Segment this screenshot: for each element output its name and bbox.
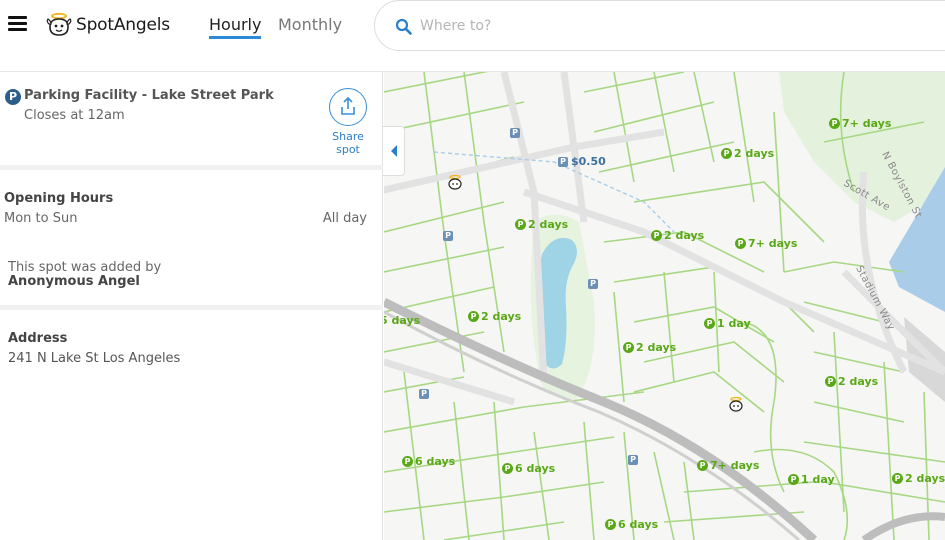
- parking-p-icon: P: [829, 118, 840, 129]
- parking-p-icon: P: [628, 455, 638, 465]
- parking-map[interactable]: N Boylston St Scott Ave Stadium Way P P …: [384, 72, 945, 540]
- parking-p-icon: P: [651, 230, 662, 241]
- parking-p-icon: P: [502, 463, 513, 474]
- paid-parking-marker[interactable]: P: [419, 389, 432, 399]
- parking-p-icon: P: [721, 148, 732, 159]
- facility-header: P Parking Facility - Lake Street Park Cl…: [0, 72, 383, 170]
- parking-p-icon: P: [825, 376, 836, 387]
- facility-title: Parking Facility - Lake Street Park: [24, 88, 274, 103]
- angel-marker-icon[interactable]: [727, 396, 745, 412]
- opening-hours-value: All day: [322, 211, 367, 226]
- tab-hourly[interactable]: Hourly: [209, 15, 262, 39]
- address-title: Address: [8, 331, 68, 346]
- angel-logo-icon: [46, 12, 72, 36]
- free-parking-pin[interactable]: P6 days: [605, 518, 658, 531]
- added-by-label: This spot was added by: [8, 260, 162, 275]
- free-parking-pin[interactable]: P1 day: [788, 473, 835, 486]
- free-parking-pin[interactable]: P 7+ days: [735, 237, 797, 250]
- paid-parking-marker[interactable]: P: [510, 128, 523, 138]
- free-parking-pin[interactable]: P1 day: [704, 317, 751, 330]
- free-parking-pin[interactable]: P2 days: [721, 147, 774, 160]
- logo[interactable]: SpotAngels: [46, 11, 170, 39]
- tab-monthly[interactable]: Monthly: [278, 15, 342, 36]
- map-base: [384, 72, 945, 540]
- parking-p-icon: P: [697, 460, 708, 471]
- parking-p-icon: P: [443, 231, 453, 241]
- search-bar[interactable]: [374, 0, 945, 51]
- share-spot-button[interactable]: Share spot: [329, 88, 367, 156]
- paid-parking-marker[interactable]: P: [443, 231, 456, 241]
- parking-p-icon: P: [788, 474, 799, 485]
- caret-left-icon: [391, 145, 397, 157]
- parking-badge-icon: P: [5, 89, 21, 105]
- address-value: 241 N Lake St Los Angeles: [8, 351, 181, 366]
- share-icon: [329, 88, 367, 126]
- top-bar: SpotAngels Hourly Monthly: [0, 0, 945, 72]
- opening-hours-section: Opening Hours Mon to Sun All day This sp…: [0, 182, 383, 310]
- parking-p-icon: P: [704, 318, 715, 329]
- parking-p-icon: P: [402, 456, 413, 467]
- hamburger-menu-icon[interactable]: [8, 14, 28, 34]
- free-parking-pin[interactable]: P 7+ days: [697, 459, 759, 472]
- facility-closing-time: Closes at 12am: [24, 108, 125, 123]
- parking-p-icon: P: [623, 342, 634, 353]
- parking-p-icon: P: [588, 279, 598, 289]
- opening-hours-days: Mon to Sun: [4, 211, 78, 226]
- free-parking-pin[interactable]: P2 days: [515, 218, 568, 231]
- parking-p-icon: P: [419, 389, 429, 399]
- parking-p-icon: P: [558, 156, 568, 167]
- angel-marker-icon[interactable]: [446, 174, 464, 190]
- paid-parking-marker[interactable]: P $0.50: [558, 155, 606, 168]
- paid-price-label: $0.50: [571, 155, 606, 168]
- free-parking-pin[interactable]: P2 days: [892, 472, 945, 485]
- added-by-name: Anonymous Angel: [8, 274, 140, 289]
- parking-p-icon: P: [510, 128, 520, 138]
- free-parking-pin[interactable]: 5 days: [384, 314, 420, 327]
- parking-p-icon: P: [515, 219, 526, 230]
- collapse-panel-button[interactable]: [383, 126, 405, 176]
- free-parking-pin[interactable]: P2 days: [623, 341, 676, 354]
- paid-parking-marker[interactable]: P: [628, 455, 641, 465]
- search-icon: [395, 18, 412, 35]
- free-parking-pin[interactable]: P6 days: [502, 462, 555, 475]
- parking-p-icon: P: [468, 311, 479, 322]
- spot-details-panel: P Parking Facility - Lake Street Park Cl…: [0, 72, 383, 540]
- free-parking-pin[interactable]: P2 days: [468, 310, 521, 323]
- free-parking-pin[interactable]: P6 days: [402, 455, 455, 468]
- paid-parking-marker[interactable]: P: [588, 279, 601, 289]
- search-input[interactable]: [420, 14, 820, 38]
- opening-hours-title: Opening Hours: [4, 191, 114, 206]
- free-parking-pin[interactable]: P2 days: [651, 229, 704, 242]
- free-parking-pin[interactable]: P2 days: [825, 375, 878, 388]
- parking-p-icon: P: [605, 519, 616, 530]
- logo-text: SpotAngels: [76, 15, 170, 35]
- parking-p-icon: P: [892, 473, 903, 484]
- share-spot-label: Share spot: [332, 130, 364, 156]
- parking-p-icon: P: [735, 238, 746, 249]
- free-parking-pin[interactable]: P 7+ days: [829, 117, 891, 130]
